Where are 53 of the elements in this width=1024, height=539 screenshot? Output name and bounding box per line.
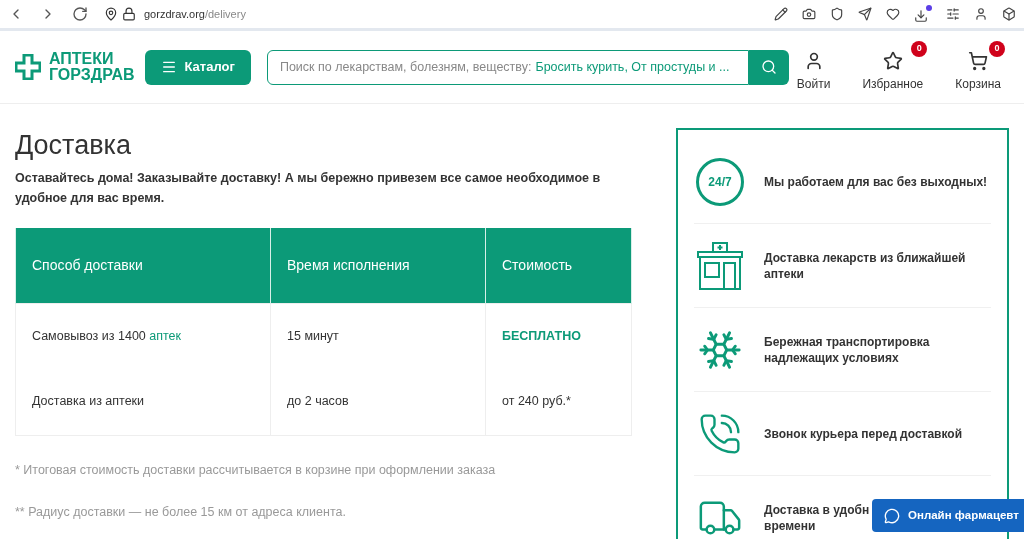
feature-text: Доставка в удобн времени xyxy=(764,502,870,534)
cart-icon xyxy=(968,51,989,71)
location-icon[interactable] xyxy=(104,7,118,21)
search-placeholder: Поиск по лекарствам, болезням, веществу: xyxy=(279,58,532,76)
table-cell: от 240 руб.* xyxy=(485,369,632,435)
sliders-icon[interactable] xyxy=(946,7,960,21)
search-suggestions: Бросить курить, От простуды и ... xyxy=(535,58,730,76)
page-title: Доставка xyxy=(15,129,132,162)
send-icon[interactable] xyxy=(858,7,872,21)
download-icon[interactable] xyxy=(914,5,932,23)
table-cell: БЕСПЛАТНО xyxy=(485,303,632,369)
reload-icon[interactable] xyxy=(72,6,88,22)
lock-icon[interactable] xyxy=(122,7,136,21)
feature-text: Бережная транспортировка надлежащих условиях xyxy=(764,333,930,366)
phone-call-icon xyxy=(698,411,742,456)
header-action[interactable]: Корзина 0 xyxy=(947,41,1009,93)
chat-icon xyxy=(884,507,900,524)
heart-icon[interactable] xyxy=(886,7,900,21)
header-action[interactable]: Избранное 0 xyxy=(854,41,932,93)
table-cell: Самовывоз из 1400 аптек xyxy=(15,303,271,369)
edit-icon[interactable] xyxy=(774,7,788,21)
search-field[interactable]: Поиск по лекарствам, болезням, веществу: Бросить курить, От простуды и ... xyxy=(266,49,749,85)
camera-icon[interactable] xyxy=(802,7,816,21)
table-cell: Доставка из аптеки xyxy=(15,369,271,435)
pharmacy-building-icon xyxy=(697,241,743,290)
logo-text: АПТЕКИ ГОРЗДРАВ xyxy=(49,51,135,83)
clock-24-7-icon: 24/7 xyxy=(696,157,744,206)
box-icon[interactable] xyxy=(1002,7,1016,21)
online-pharmacist-button[interactable]: Онлайн фармацевт xyxy=(872,499,1024,532)
menu-icon xyxy=(160,59,177,75)
lead-paragraph: Оставайтесь дома! Заказывайте доставку! А мы бережно привезем все самое необходимое в удобное для вас время. xyxy=(15,170,602,207)
feature-text: Звонок курьера перед доставкой xyxy=(764,425,963,442)
shield-icon[interactable] xyxy=(830,7,844,21)
catalog-button[interactable]: Каталог xyxy=(144,49,251,85)
table-cell: 15 минут xyxy=(270,303,486,369)
feature-text: Мы работаем для вас без выходных! xyxy=(764,173,988,190)
table-cell: до 2 часов xyxy=(270,369,486,435)
search-button[interactable] xyxy=(748,49,789,85)
cross-logo-icon xyxy=(15,54,41,80)
header-action[interactable]: Войти xyxy=(788,41,839,93)
footnote: ** Радиус доставки — не более 15 км от адреса клиента. xyxy=(15,504,347,522)
profile-icon[interactable] xyxy=(974,7,988,21)
pharmacies-link[interactable]: аптек xyxy=(149,328,182,343)
address-bar[interactable]: gorzdrav.org/delivery xyxy=(144,5,246,23)
feature-text: Доставка лекарств из ближайшей аптеки xyxy=(764,249,966,282)
table-header: Способ доставки xyxy=(15,228,271,303)
count-badge: 0 xyxy=(989,41,1005,57)
table-header: Стоимость xyxy=(485,228,632,303)
count-badge: 0 xyxy=(911,41,928,57)
footnote: * Итоговая стоимость доставки рассчитывается в корзине при оформлении заказа xyxy=(15,461,497,479)
table-header: Время исполнения xyxy=(270,228,486,303)
search-icon xyxy=(760,59,777,75)
star-icon xyxy=(882,51,903,71)
